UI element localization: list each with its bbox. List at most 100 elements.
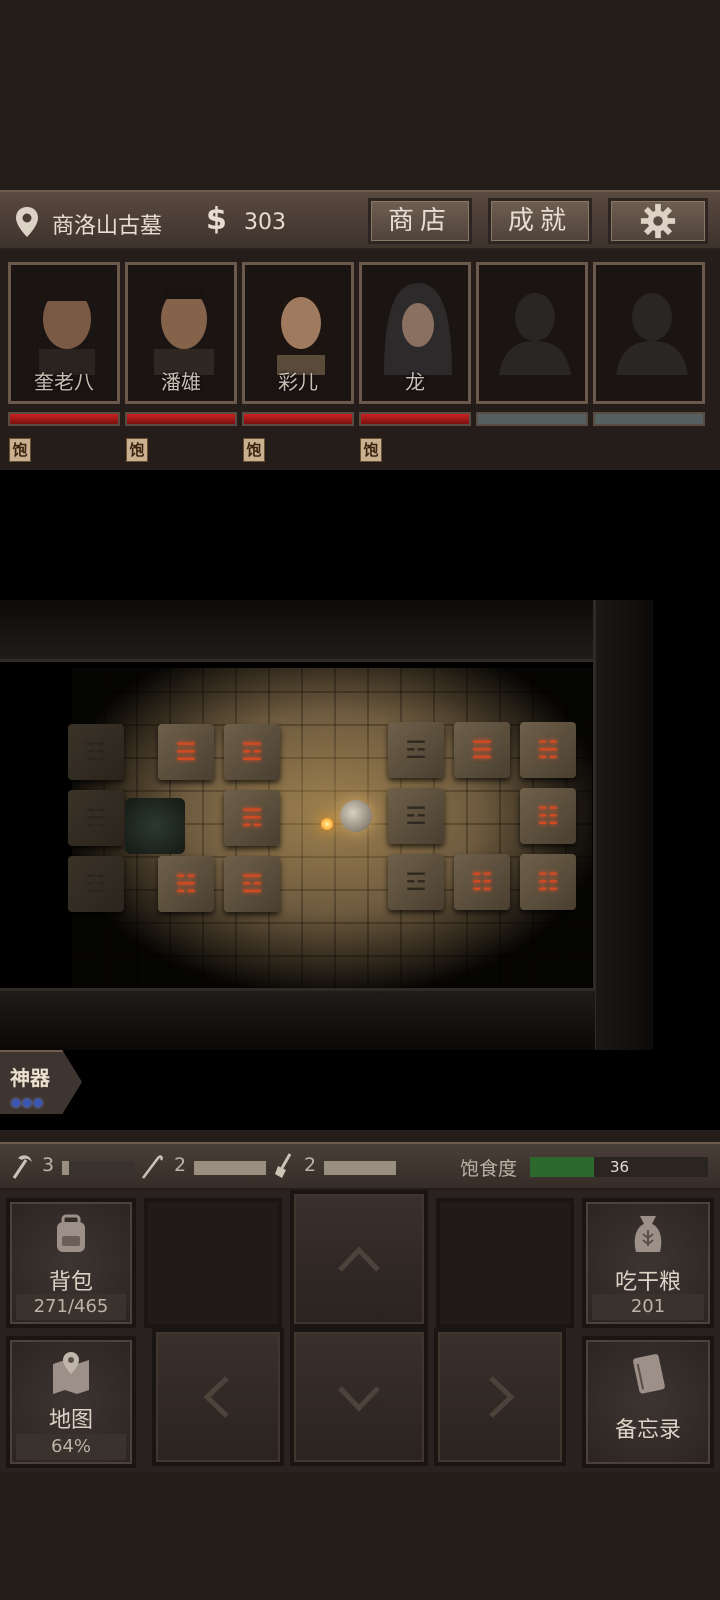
money-value: 303 <box>244 210 286 235</box>
memo-button[interactable]: 备忘录 <box>582 1336 714 1468</box>
location-name: 商洛山古墓 <box>52 214 163 239</box>
party-member-3[interactable]: 彩儿 <box>242 262 354 404</box>
trigram-glyph: ☰ <box>471 736 493 764</box>
party-slot-empty[interactable] <box>476 262 588 404</box>
empty-silhouette-icon <box>499 293 571 375</box>
trigram-tile[interactable]: ☵ <box>158 856 214 912</box>
wall <box>0 600 595 662</box>
trigram-tile[interactable]: ☰ <box>158 724 214 780</box>
party-member-name: 奎老八 <box>34 370 94 394</box>
satiety-bar: 36 <box>530 1157 708 1177</box>
achievements-button[interactable]: 成就 <box>488 198 592 244</box>
move-down-button[interactable] <box>290 1328 428 1466</box>
trigram-tile[interactable]: ☵ <box>520 722 576 778</box>
grain-sack-icon <box>634 1216 662 1252</box>
tool-durability-fill <box>62 1161 70 1175</box>
satiety-label: 饱食度 <box>460 1158 518 1180</box>
hp-bar-empty <box>593 412 705 426</box>
dungeon-map[interactable]: ☷ ☰ ☲ ☵ ☴ ☳ ☵ ☲ ☲ ☰ ☵ ☲ ☷ ☲ ☷ ☷ <box>0 470 720 1130</box>
map-icon <box>53 1352 89 1394</box>
status-badge: 饱 <box>9 438 31 462</box>
party-member-name: 龙 <box>405 370 425 394</box>
chevron-right-icon <box>489 1376 515 1418</box>
trigram-glyph: ☷ <box>85 738 107 766</box>
top-bar: 商洛山古墓 $ 303 商店 成就 <box>0 190 720 250</box>
trigram-glyph: ☷ <box>537 868 559 896</box>
map-label: 地图 <box>48 1408 93 1433</box>
bottom-area <box>0 1472 720 1600</box>
portrait-avatar <box>384 283 452 375</box>
eat-rations-button[interactable]: 吃干粮 201 <box>582 1198 714 1328</box>
trigram-tile[interactable]: ☷ <box>68 724 124 780</box>
trigram-glyph: ☲ <box>405 802 427 830</box>
spider-creature-icon[interactable] <box>125 798 185 854</box>
trigram-glyph: ☲ <box>241 870 263 898</box>
eat-rations-label: 吃干粮 <box>614 1270 681 1295</box>
chevron-up-icon <box>338 1246 380 1272</box>
hp-fill <box>361 414 469 424</box>
trigram-tile[interactable]: ☲ <box>224 724 280 780</box>
tool-durability-bar <box>194 1161 266 1175</box>
backpack-label: 背包 <box>48 1270 93 1295</box>
memo-label: 备忘录 <box>614 1418 681 1443</box>
tool-durability-bar <box>324 1161 396 1175</box>
status-badge: 饱 <box>243 438 265 462</box>
trigram-tile[interactable]: ☲ <box>388 854 444 910</box>
backpack-button[interactable]: 背包 271/465 <box>6 1198 136 1328</box>
tool-count: 2 <box>174 1154 187 1176</box>
tool-durability-bar <box>62 1161 134 1175</box>
party-member-2[interactable]: 潘雄 <box>125 262 237 404</box>
trigram-glyph: ☲ <box>241 738 263 766</box>
trigram-glyph: ☲ <box>405 736 427 764</box>
move-left-button[interactable] <box>152 1328 284 1466</box>
trigram-tile[interactable]: ☲ <box>388 722 444 778</box>
trigram-glyph: ☵ <box>537 736 559 764</box>
tool-durability-fill <box>324 1161 396 1175</box>
notebook-icon <box>633 1354 665 1394</box>
hook-icon <box>142 1155 163 1179</box>
trigram-tile[interactable]: ☷ <box>454 854 510 910</box>
satiety-value: 36 <box>610 1158 630 1176</box>
chevron-down-icon <box>338 1386 380 1412</box>
party-member-1[interactable]: 奎老八 <box>8 262 120 404</box>
hp-fill <box>10 414 118 424</box>
shop-button[interactable]: 商店 <box>368 198 472 244</box>
move-up-button[interactable] <box>290 1190 428 1328</box>
party-member-4[interactable]: 龙 <box>359 262 471 404</box>
trigram-tile[interactable]: ☷ <box>520 788 576 844</box>
map-button[interactable]: 地图 64% <box>6 1336 136 1468</box>
empty-silhouette-icon <box>616 293 688 375</box>
trigram-tile[interactable]: ☴ <box>224 790 280 846</box>
tool-status-bar: 3 2 2 饱食度 36 <box>0 1142 720 1188</box>
move-right-button[interactable] <box>434 1328 566 1466</box>
map-pin-icon <box>16 207 38 237</box>
settings-button[interactable] <box>608 198 708 244</box>
rations-count: 201 <box>592 1294 704 1320</box>
artifact-label: 神器 <box>10 1066 50 1090</box>
tool-count: 2 <box>304 1154 317 1176</box>
party-member-name: 潘雄 <box>161 370 201 394</box>
portrait-avatar <box>271 287 331 375</box>
party-member-name: 彩儿 <box>278 370 318 394</box>
portrait-avatar <box>154 287 214 375</box>
backpack-capacity: 271/465 <box>16 1294 126 1320</box>
hp-bar <box>8 412 120 426</box>
status-badge: 饱 <box>126 438 148 462</box>
game-screen: 商洛山古墓 $ 303 商店 成就 奎老八 潘雄 彩儿 龙 饱 饱 饱 饱 ☷ … <box>0 0 720 1600</box>
trigram-glyph: ☰ <box>175 738 197 766</box>
backpack-icon <box>57 1214 85 1252</box>
trigram-tile[interactable]: ☲ <box>388 788 444 844</box>
gear-icon <box>640 203 676 239</box>
trigram-glyph: ☴ <box>241 804 263 832</box>
hp-fill <box>244 414 352 424</box>
tool-count: 3 <box>42 1154 55 1176</box>
trigram-tile[interactable]: ☲ <box>224 856 280 912</box>
trigram-tile[interactable]: ☰ <box>454 722 510 778</box>
party-slot-empty[interactable] <box>593 262 705 404</box>
trigram-tile[interactable]: ☵ <box>68 790 124 846</box>
player-character <box>340 800 372 832</box>
trigram-tile[interactable]: ☳ <box>68 856 124 912</box>
hp-bar <box>359 412 471 426</box>
tool-durability-fill <box>194 1161 266 1175</box>
trigram-tile[interactable]: ☷ <box>520 854 576 910</box>
